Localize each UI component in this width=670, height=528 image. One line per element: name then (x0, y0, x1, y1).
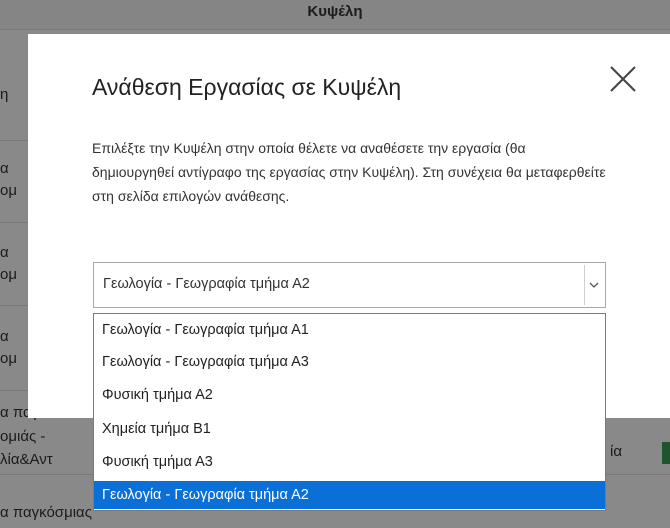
close-button[interactable] (608, 64, 638, 94)
chevron-down-icon (589, 282, 599, 288)
hive-dropdown-list[interactable]: Γεωλογία - Γεωγραφία τμήμα Α1 Γεωλογία -… (93, 313, 606, 511)
dropdown-option[interactable]: Φυσική τμήμα Α3 (94, 448, 605, 476)
dialog-title: Ανάθεση Εργασίας σε Κυψέλη (92, 74, 402, 100)
dropdown-option[interactable]: Γεωλογία - Γεωγραφία τμήμα Α3 (94, 348, 605, 376)
dropdown-option[interactable]: Γεωλογία - Γεωγραφία τμήμα Α1 (94, 316, 605, 344)
hive-select[interactable]: Γεωλογία - Γεωγραφία τμήμα Α2 (93, 262, 606, 308)
select-arrow-button[interactable] (584, 265, 603, 305)
dropdown-option[interactable]: Φυσική τμήμα Α2 (94, 381, 605, 409)
dialog-description: Επιλέξτε την Κυψέλη στην οποία θέλετε να… (92, 140, 606, 204)
dropdown-option[interactable]: Χημεία τμήμα Β1 (94, 415, 605, 443)
close-icon (610, 66, 636, 92)
hive-select-value: Γεωλογία - Γεωγραφία τμήμα Α2 (103, 276, 310, 292)
dropdown-option[interactable]: Γεωλογία - Γεωγραφία τμήμα Α2 (94, 481, 605, 509)
